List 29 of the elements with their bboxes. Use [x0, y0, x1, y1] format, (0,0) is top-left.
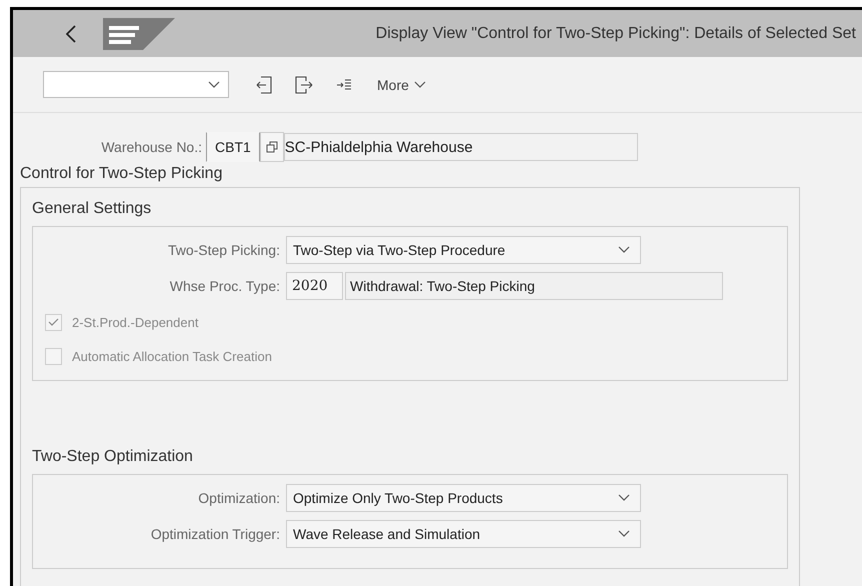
- logo-icon: [103, 18, 175, 50]
- caret-icon: [618, 246, 630, 254]
- more-button[interactable]: More: [377, 76, 426, 92]
- caret-icon: [208, 80, 220, 88]
- description-field: SC-Phialdelphia Warehouse: [284, 133, 638, 161]
- caret-icon: [618, 494, 630, 502]
- checkbox-label: 2-St.Prod.-Dependent: [72, 314, 198, 330]
- section-title: Control for Two-Step Picking: [20, 165, 224, 183]
- dropdown-field[interactable]: Two-Step via Two-Step Procedure: [286, 236, 641, 264]
- field-label: Two-Step Picking:: [166, 242, 281, 258]
- command-field[interactable]: [43, 71, 229, 98]
- dropdown-field[interactable]: Optimize Only Two-Step Products: [286, 484, 641, 512]
- checkbox-label: Automatic Allocation Task Creation: [72, 348, 272, 364]
- field-label: Whse Proc. Type:: [168, 278, 281, 294]
- copy-icon[interactable]: [260, 132, 284, 162]
- group-title: General Settings: [32, 200, 152, 218]
- window-title: Display View "Control for Two-Step Picking": Details of Selected Set: [376, 24, 856, 42]
- check-icon: [48, 318, 59, 326]
- caret-icon: [414, 80, 426, 88]
- warehouse-field[interactable]: CBT1: [206, 132, 260, 162]
- group-title: Two-Step Optimization: [32, 448, 194, 466]
- field-label: Warehouse No.:: [100, 139, 203, 155]
- back-icon[interactable]: [66, 24, 76, 42]
- description-field: Withdrawal: Two-Step Picking: [345, 272, 723, 300]
- field-label: Optimization:: [197, 490, 281, 506]
- dropdown-field[interactable]: Wave Release and Simulation: [286, 520, 641, 548]
- code-field[interactable]: 2020: [286, 272, 343, 300]
- field-label: Optimization Trigger:: [150, 526, 281, 542]
- caret-icon: [618, 530, 630, 538]
